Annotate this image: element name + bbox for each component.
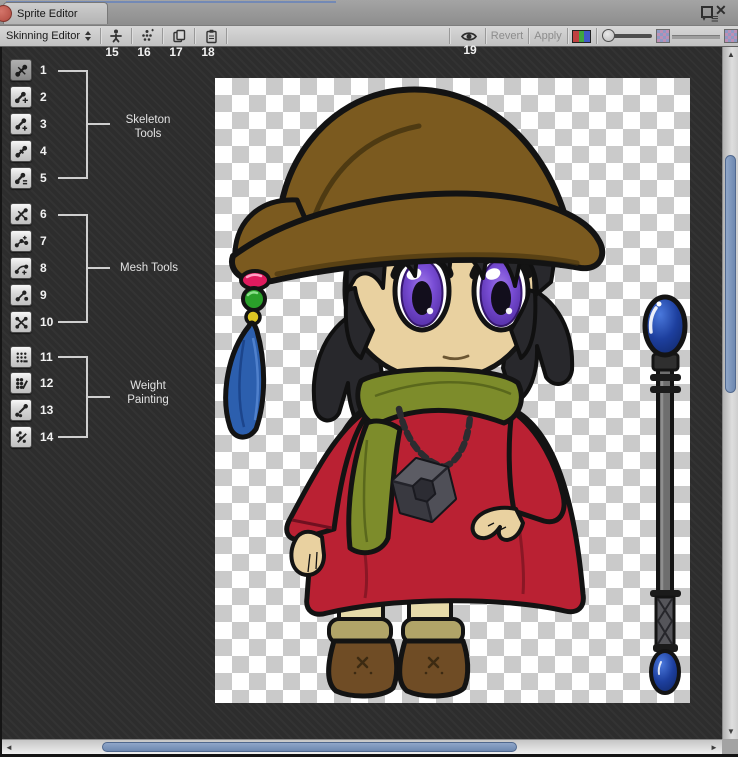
- bracket-line: [58, 70, 88, 72]
- auto-weights-icon[interactable]: [10, 346, 32, 368]
- blue-feather: [226, 323, 264, 437]
- mode-dropdown[interactable]: Skinning Editor: [3, 27, 97, 45]
- create-bones-icon[interactable]: [10, 113, 32, 135]
- rgb-channels-icon[interactable]: [572, 30, 591, 43]
- create-edge-icon[interactable]: [10, 284, 32, 306]
- horizontal-scrollbar-thumb[interactable]: [102, 742, 517, 752]
- dropdown-arrows-icon: [85, 31, 91, 41]
- horizontal-scrollbar[interactable]: ◄ ►: [2, 739, 722, 754]
- annotation-number: 7: [40, 234, 66, 248]
- annotation-number: 9: [40, 288, 66, 302]
- sprite-canvas[interactable]: [215, 78, 690, 703]
- reparent-bone-icon[interactable]: [10, 167, 32, 189]
- window-menu-icon[interactable]: ≡: [711, 11, 719, 26]
- scroll-left-icon[interactable]: ◄: [5, 743, 13, 753]
- apply-button[interactable]: Apply: [531, 27, 565, 45]
- create-vertex-icon[interactable]: [10, 257, 32, 279]
- annotation-number: 19: [458, 43, 482, 57]
- annotation-number: 15: [100, 45, 124, 59]
- weight-brush-icon[interactable]: [10, 399, 32, 421]
- character-pose-icon[interactable]: [133, 27, 160, 45]
- bracket-line: [58, 356, 88, 358]
- bracket-line: [58, 177, 88, 179]
- bracket-line: [58, 436, 88, 438]
- annotation-number: 13: [40, 403, 66, 417]
- annotation-number: 4: [40, 144, 66, 158]
- chevron-down-icon[interactable]: ▾: [702, 14, 706, 23]
- sprite-editor-window: Sprite Editor ✕ ▾ ≡ Skinning Editor Reve…: [0, 0, 738, 757]
- hat-beads: [241, 271, 269, 324]
- annotation-number: 18: [196, 45, 220, 59]
- vertical-scrollbar-thumb[interactable]: [725, 155, 736, 393]
- scroll-up-icon[interactable]: ▲: [727, 50, 735, 60]
- scrollbar-corner: [722, 739, 738, 755]
- group-label-mesh-tools: Mesh Tools: [106, 261, 192, 275]
- edit-joints-icon[interactable]: [10, 86, 32, 108]
- bracket-line: [58, 214, 88, 216]
- scroll-down-icon[interactable]: ▼: [727, 727, 735, 737]
- annotation-number: 17: [164, 45, 188, 59]
- annotation-number: 16: [132, 45, 156, 59]
- tab-sprite-editor[interactable]: Sprite Editor: [3, 2, 108, 24]
- mip-high-icon: [724, 29, 738, 43]
- window-title: Sprite Editor: [17, 8, 78, 20]
- bracket-line: [88, 123, 110, 125]
- split-edge-icon[interactable]: [10, 311, 32, 333]
- bone-influence-icon[interactable]: [10, 426, 32, 448]
- zoom-slider-knob[interactable]: [602, 29, 615, 42]
- scroll-right-icon[interactable]: ►: [710, 743, 718, 753]
- group-label-weight-painting: WeightPainting: [112, 379, 184, 407]
- annotation-number: 2: [40, 90, 66, 104]
- annotation-number: 3: [40, 117, 66, 131]
- zoom-slider-track[interactable]: [611, 34, 652, 38]
- annotation-number: 12: [40, 376, 66, 390]
- character: [226, 90, 603, 696]
- mip-slider-track[interactable]: [672, 35, 720, 39]
- auto-geometry-icon[interactable]: [10, 203, 32, 225]
- group-label-skeleton-tools: SkeletonTools: [112, 113, 184, 141]
- copy-icon[interactable]: [165, 27, 192, 45]
- staff: [645, 297, 685, 693]
- edit-geometry-icon[interactable]: [10, 230, 32, 252]
- chibi-witch-character-sprite: [215, 78, 690, 703]
- bind-pose-icon[interactable]: [102, 27, 130, 45]
- mip-low-icon: [656, 29, 670, 43]
- vertical-scrollbar[interactable]: ▲ ▼: [722, 47, 738, 739]
- split-bones-icon[interactable]: [10, 140, 32, 162]
- bracket-line: [58, 321, 88, 323]
- bracket-line: [88, 396, 110, 398]
- paste-icon[interactable]: [197, 27, 224, 45]
- preview-pose-icon[interactable]: [10, 59, 32, 81]
- weight-slider-icon[interactable]: [10, 372, 32, 394]
- annotation-number: 8: [40, 261, 66, 275]
- mode-dropdown-label: Skinning Editor: [6, 30, 80, 42]
- revert-button[interactable]: Revert: [488, 27, 526, 45]
- title-tab-bar: Sprite Editor ✕ ▾ ≡: [0, 0, 738, 26]
